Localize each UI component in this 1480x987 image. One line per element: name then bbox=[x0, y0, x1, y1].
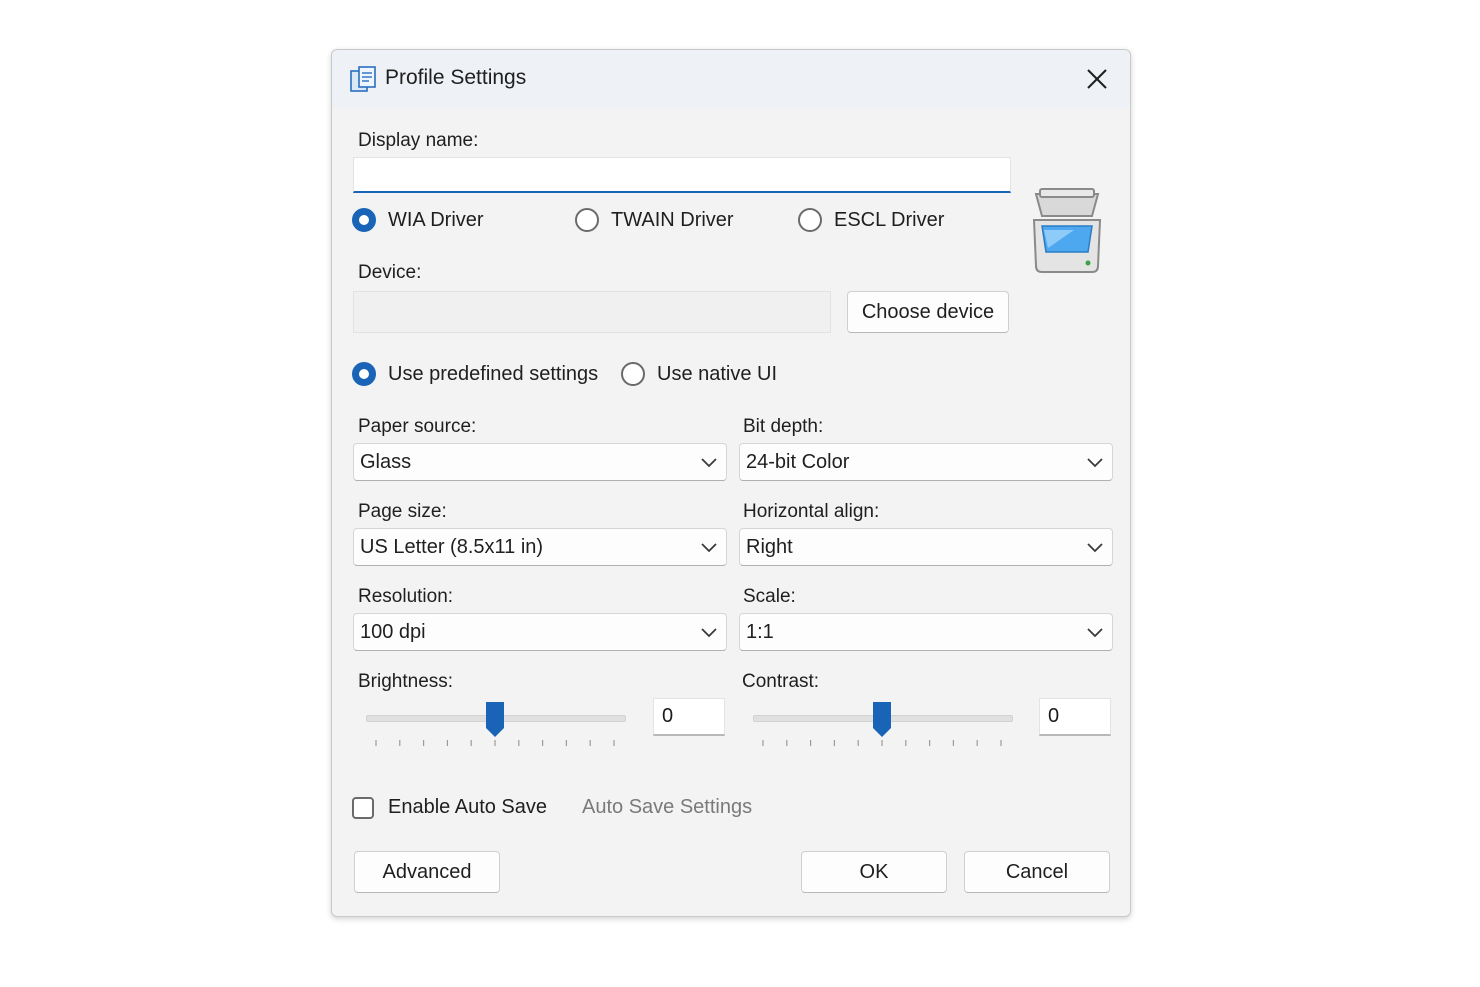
resolution-label: Resolution: bbox=[358, 586, 454, 607]
chevron-down-icon bbox=[701, 628, 717, 638]
title-bar: Profile Settings bbox=[332, 50, 1130, 108]
bit-depth-label: Bit depth: bbox=[743, 416, 824, 437]
window-title: Profile Settings bbox=[385, 66, 527, 89]
auto-save-settings-link[interactable]: Auto Save Settings bbox=[582, 796, 752, 819]
chevron-down-icon bbox=[701, 543, 717, 553]
chevron-down-icon bbox=[1087, 628, 1103, 638]
resolution-value: 100 dpi bbox=[360, 621, 426, 643]
bit-depth-value: 24-bit Color bbox=[746, 451, 850, 473]
contrast-slider[interactable] bbox=[753, 700, 1015, 760]
bit-depth-select[interactable]: 24-bit Color bbox=[739, 443, 1113, 481]
page-size-value: US Letter (8.5x11 in) bbox=[360, 536, 544, 558]
device-input[interactable] bbox=[353, 291, 831, 333]
chevron-down-icon bbox=[1087, 543, 1103, 553]
radio-twain-driver[interactable]: TWAIN Driver bbox=[575, 208, 734, 232]
radio-wia-driver[interactable]: WIA Driver bbox=[352, 208, 484, 232]
radio-predefined-indicator bbox=[352, 362, 376, 386]
device-label: Device: bbox=[358, 262, 422, 283]
radio-native-indicator bbox=[621, 362, 645, 386]
cancel-button[interactable]: Cancel bbox=[964, 851, 1110, 893]
choose-device-button[interactable]: Choose device bbox=[847, 291, 1009, 333]
close-button[interactable] bbox=[1080, 62, 1114, 96]
radio-escl-label: ESCL Driver bbox=[834, 208, 945, 231]
brightness-slider-ticks bbox=[375, 740, 615, 746]
scale-value: 1:1 bbox=[746, 621, 774, 643]
scale-label: Scale: bbox=[743, 586, 796, 607]
horizontal-align-label: Horizontal align: bbox=[743, 501, 880, 522]
radio-twain-indicator bbox=[575, 208, 599, 232]
contrast-value-input[interactable]: 0 bbox=[1039, 698, 1111, 736]
enable-auto-save-checkbox[interactable]: Enable Auto Save bbox=[352, 796, 547, 819]
chevron-down-icon bbox=[1087, 458, 1103, 468]
radio-use-predefined-settings[interactable]: Use predefined settings bbox=[352, 362, 598, 386]
profile-settings-dialog: Profile Settings Display name: WIA Drive… bbox=[331, 49, 1131, 917]
brightness-label: Brightness: bbox=[358, 671, 454, 692]
horizontal-align-value: Right bbox=[746, 536, 793, 558]
contrast-slider-ticks bbox=[762, 740, 1002, 746]
display-name-input[interactable] bbox=[353, 157, 1011, 193]
contrast-slider-thumb[interactable] bbox=[871, 700, 893, 738]
radio-escl-driver[interactable]: ESCL Driver bbox=[798, 208, 944, 232]
auto-save-checkbox-box bbox=[352, 796, 374, 819]
paper-source-value: Glass bbox=[360, 451, 412, 473]
radio-wia-label: WIA Driver bbox=[388, 208, 484, 231]
brightness-slider[interactable] bbox=[366, 700, 628, 760]
scale-select[interactable]: 1:1 bbox=[739, 613, 1113, 651]
ok-button[interactable]: OK bbox=[801, 851, 947, 893]
paper-source-label: Paper source: bbox=[358, 416, 477, 437]
radio-predefined-label: Use predefined settings bbox=[388, 362, 599, 385]
advanced-button[interactable]: Advanced bbox=[354, 851, 500, 893]
contrast-label: Contrast: bbox=[742, 671, 820, 692]
paper-source-select[interactable]: Glass bbox=[353, 443, 727, 481]
radio-use-native-ui[interactable]: Use native UI bbox=[621, 362, 777, 386]
scanner-icon bbox=[1032, 188, 1102, 273]
brightness-value-input[interactable]: 0 bbox=[653, 698, 725, 736]
page-size-label: Page size: bbox=[358, 501, 447, 522]
scanner-profile-icon bbox=[350, 66, 376, 92]
radio-escl-indicator bbox=[798, 208, 822, 232]
close-icon bbox=[1087, 69, 1107, 89]
chevron-down-icon bbox=[701, 458, 717, 468]
radio-twain-label: TWAIN Driver bbox=[611, 208, 734, 231]
display-name-label: Display name: bbox=[358, 130, 479, 151]
resolution-select[interactable]: 100 dpi bbox=[353, 613, 727, 651]
brightness-slider-thumb[interactable] bbox=[484, 700, 506, 738]
auto-save-label: Enable Auto Save bbox=[388, 796, 548, 818]
radio-native-label: Use native UI bbox=[657, 362, 778, 385]
horizontal-align-select[interactable]: Right bbox=[739, 528, 1113, 566]
radio-wia-indicator bbox=[352, 208, 376, 232]
page-size-select[interactable]: US Letter (8.5x11 in) bbox=[353, 528, 727, 566]
